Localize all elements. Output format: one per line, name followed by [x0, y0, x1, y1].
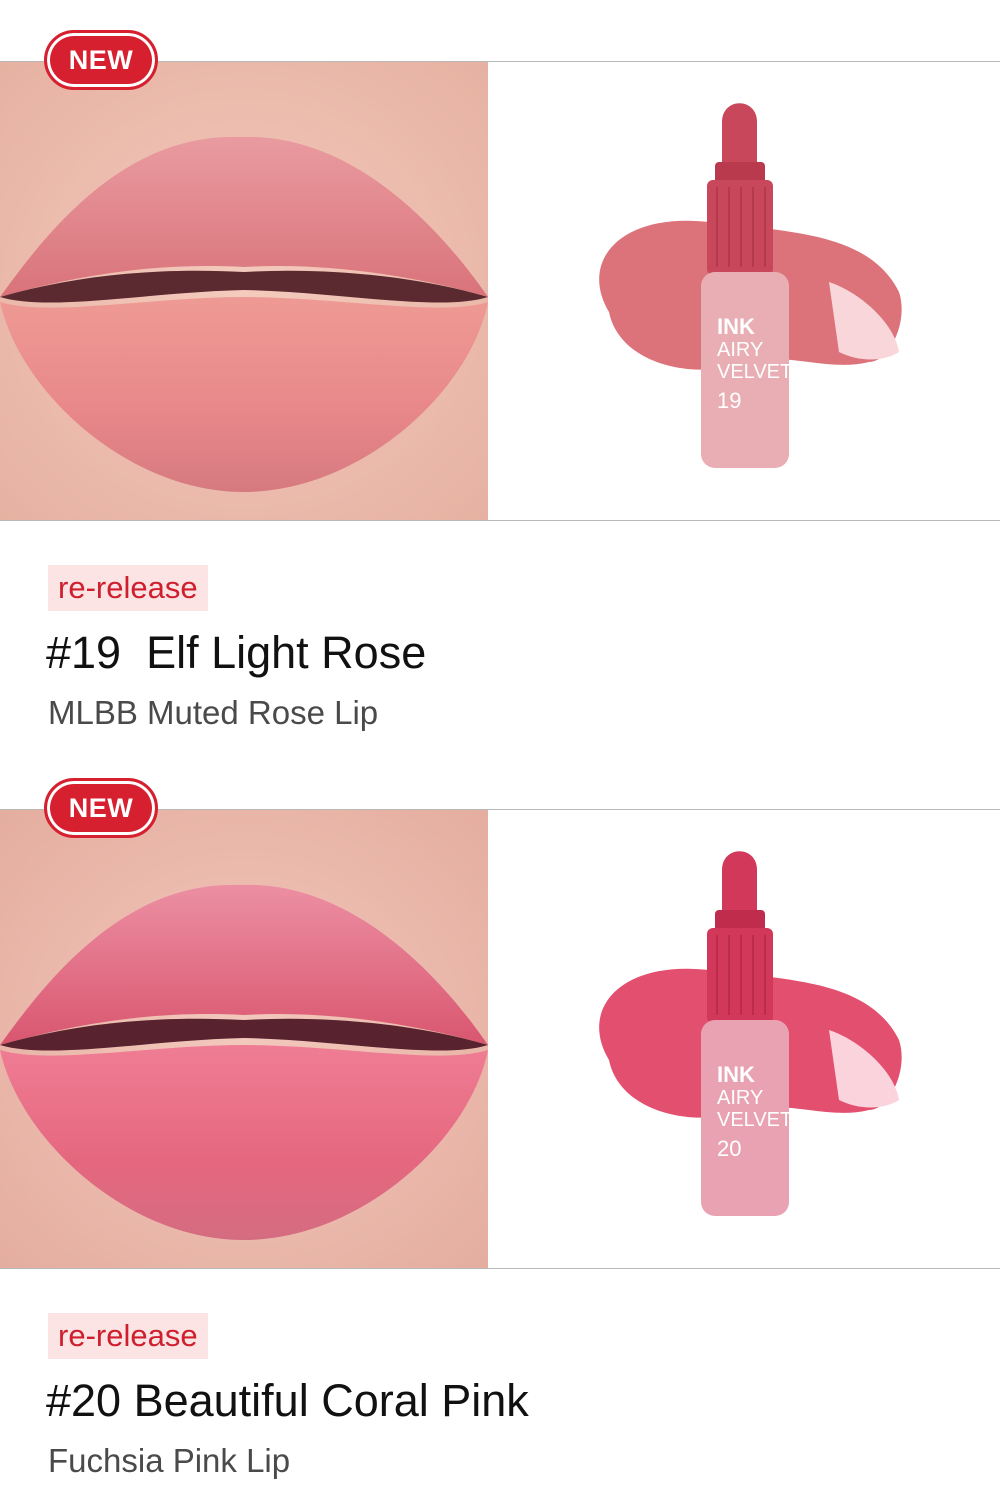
- re-release-tag: re-release: [48, 1313, 208, 1359]
- product-bottle-image: INK AIRY VELVET 19: [489, 62, 1000, 520]
- product-bottle-image: INK AIRY VELVET 20: [489, 810, 1000, 1268]
- lips-swatch-photo: [0, 62, 488, 520]
- lips-swatch-photo: [0, 810, 488, 1268]
- re-release-tag: re-release: [48, 565, 208, 611]
- bottle-label-velvet: VELVET: [717, 1109, 792, 1131]
- product-info: re-release #20 Beautiful Coral Pink Fuch…: [0, 1267, 1000, 1496]
- bottle-label-ink: INK: [717, 314, 755, 339]
- bottle-label-ink: INK: [717, 1062, 755, 1087]
- product-subtitle: MLBB Muted Rose Lip: [48, 694, 379, 731]
- product-subtitle: Fuchsia Pink Lip: [48, 1442, 291, 1479]
- product-title: #19 Elf Light Rose: [46, 627, 427, 678]
- bottle-label-airy: AIRY: [717, 1087, 763, 1109]
- product-photo-row: INK AIRY VELVET 19: [0, 61, 1000, 521]
- product-title: #20 Beautiful Coral Pink: [46, 1375, 529, 1426]
- product-info: re-release #19 Elf Light Rose MLBB Muted…: [0, 519, 1000, 748]
- new-badge: NEW: [44, 30, 158, 90]
- bottle-label-velvet: VELVET: [717, 361, 792, 383]
- bottle-label-airy: AIRY: [717, 339, 763, 361]
- product-photo-row: INK AIRY VELVET 20: [0, 809, 1000, 1269]
- bottle-label-number: 19: [717, 388, 741, 413]
- bottle-label-number: 20: [717, 1136, 741, 1161]
- new-badge: NEW: [44, 778, 158, 838]
